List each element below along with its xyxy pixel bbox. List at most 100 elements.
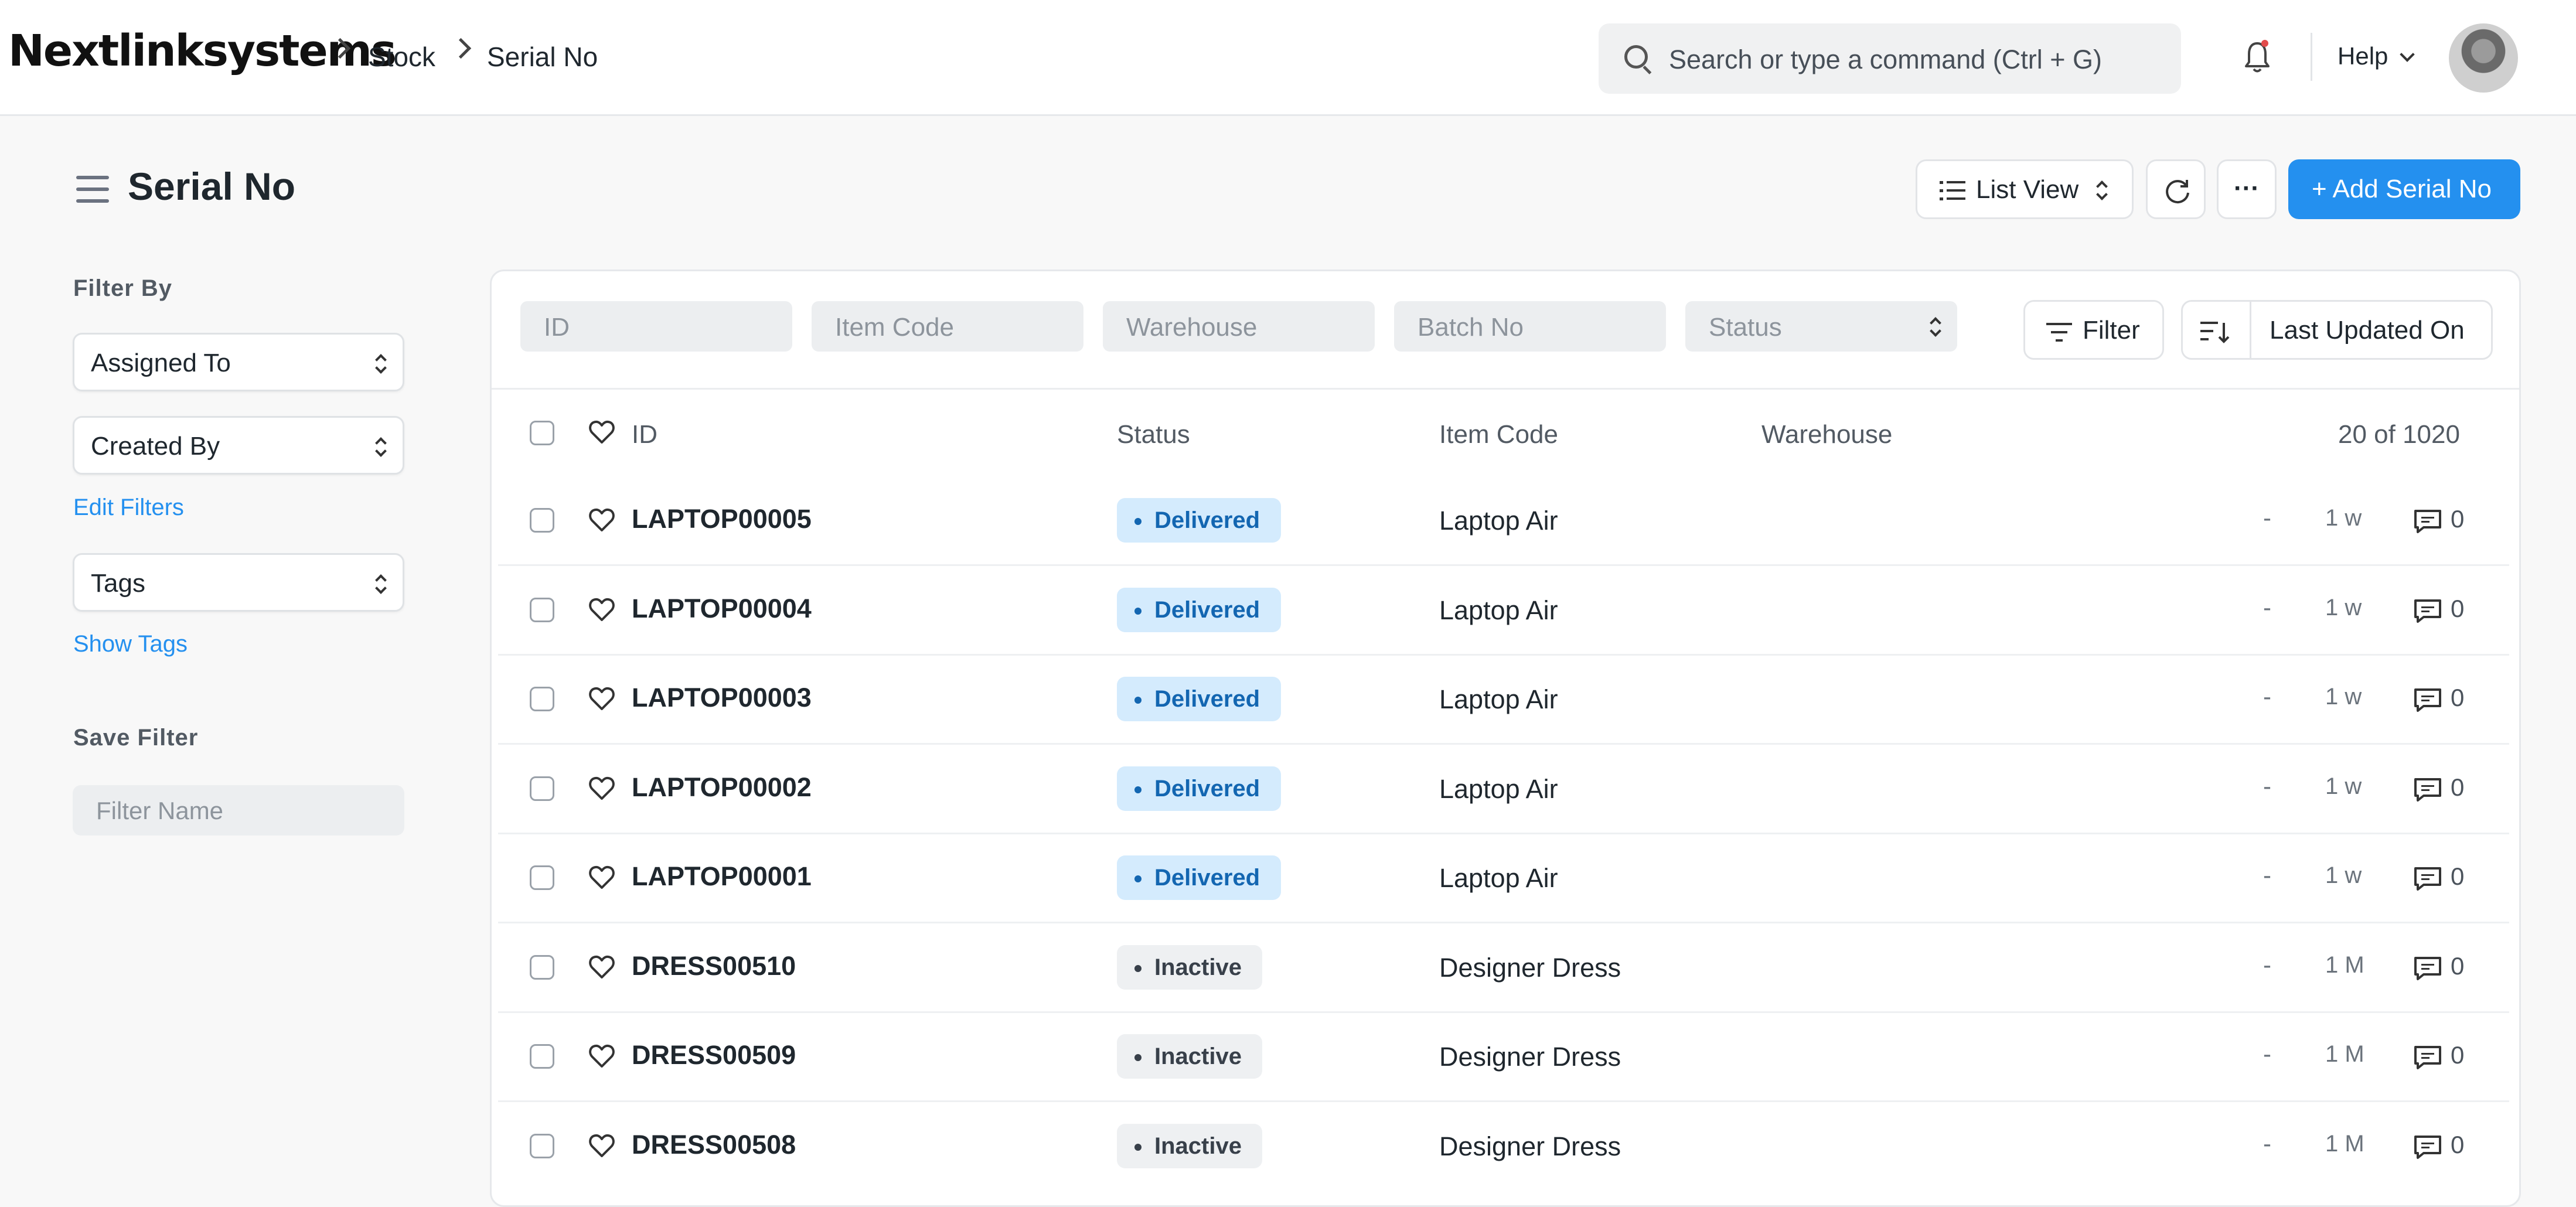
comment-icon[interactable] xyxy=(2413,1134,2442,1160)
comment-count: 0 xyxy=(2451,952,2465,980)
serial-no-link[interactable]: LAPTOP00003 xyxy=(632,683,812,713)
heart-icon[interactable] xyxy=(588,775,615,802)
row-separator xyxy=(498,922,2509,924)
sort-control[interactable]: Last Updated On xyxy=(2181,300,2493,360)
row-checkbox[interactable] xyxy=(530,597,554,622)
modified-time: 1 M xyxy=(2325,952,2364,978)
sort-label[interactable]: Last Updated On xyxy=(2270,316,2465,345)
serial-no-link[interactable]: LAPTOP00005 xyxy=(632,504,812,534)
modified-time: 1 w xyxy=(2325,594,2362,620)
status-badge-label: Inactive xyxy=(1154,1044,1242,1069)
row-checkbox[interactable] xyxy=(530,508,554,533)
save-filter-heading: Save Filter xyxy=(73,725,199,751)
result-count: 20 of 1020 xyxy=(2338,420,2460,449)
breadcrumb-stock[interactable]: Stock xyxy=(368,41,435,73)
warehouse-filter-input[interactable]: Warehouse xyxy=(1103,301,1375,352)
comment-icon[interactable] xyxy=(2413,1045,2442,1070)
ellipsis-icon: ··· xyxy=(2234,174,2260,203)
heart-icon[interactable] xyxy=(588,507,615,534)
comment-icon[interactable] xyxy=(2413,509,2442,534)
sort-direction-icon[interactable] xyxy=(2200,320,2230,344)
modified-time: 1 M xyxy=(2325,1130,2364,1157)
row-dash: - xyxy=(2263,683,2271,710)
serial-no-link[interactable]: LAPTOP00001 xyxy=(632,861,812,892)
row-separator xyxy=(498,832,2509,834)
updown-chevron-icon xyxy=(376,352,385,376)
batch-no-filter-input[interactable]: Batch No xyxy=(1394,301,1666,352)
chevron-down-icon[interactable] xyxy=(2400,47,2415,62)
comment-icon[interactable] xyxy=(2413,866,2442,892)
serial-no-link[interactable]: DRESS00508 xyxy=(632,1130,796,1160)
row-checkbox[interactable] xyxy=(530,776,554,801)
row-checkbox[interactable] xyxy=(530,1133,554,1158)
status-badge-label: Delivered xyxy=(1154,686,1260,712)
tags-select[interactable]: Tags xyxy=(73,553,404,612)
add-serial-no-button[interactable]: + Add Serial No xyxy=(2288,159,2520,219)
comment-icon[interactable] xyxy=(2413,687,2442,713)
row-separator xyxy=(498,1100,2509,1103)
more-actions-button[interactable]: ··· xyxy=(2217,159,2277,219)
id-filter-input[interactable]: ID xyxy=(520,301,792,352)
page-title: Serial No xyxy=(128,165,296,208)
serial-no-link[interactable]: DRESS00509 xyxy=(632,1040,796,1070)
row-checkbox[interactable] xyxy=(530,687,554,711)
refresh-button[interactable] xyxy=(2146,159,2206,219)
modified-time: 1 M xyxy=(2325,1041,2364,1067)
edit-filters-link[interactable]: Edit Filters xyxy=(73,495,184,521)
heart-icon[interactable] xyxy=(588,1043,615,1070)
item-code-filter-input[interactable]: Item Code xyxy=(812,301,1083,352)
column-header-item-code[interactable]: Item Code xyxy=(1439,420,1558,449)
assigned-to-select[interactable]: Assigned To xyxy=(73,333,404,391)
status-dot-icon xyxy=(1134,607,1142,615)
help-menu[interactable]: Help xyxy=(2338,42,2388,70)
item-code-cell: Laptop Air xyxy=(1439,863,1558,893)
show-tags-link[interactable]: Show Tags xyxy=(73,631,188,657)
heart-icon[interactable] xyxy=(588,596,615,623)
filter-name-placeholder: Filter Name xyxy=(96,797,224,824)
comment-count: 0 xyxy=(2451,862,2465,890)
filter-by-heading: Filter By xyxy=(73,275,173,301)
breadcrumb-serial-no[interactable]: Serial No xyxy=(487,41,598,73)
item-code-cell: Designer Dress xyxy=(1439,1131,1621,1161)
created-by-select[interactable]: Created By xyxy=(73,416,404,475)
filter-separator xyxy=(492,388,2519,390)
heart-icon[interactable] xyxy=(588,954,615,981)
heart-icon[interactable] xyxy=(588,1133,615,1160)
column-header-status[interactable]: Status xyxy=(1117,420,1190,449)
status-badge-label: Inactive xyxy=(1154,1133,1242,1159)
comment-icon[interactable] xyxy=(2413,598,2442,624)
comment-count: 0 xyxy=(2451,1041,2465,1069)
heart-icon[interactable] xyxy=(588,864,615,891)
comment-icon[interactable] xyxy=(2413,956,2442,981)
filter-button[interactable]: Filter xyxy=(2023,300,2164,360)
heart-icon[interactable] xyxy=(588,686,615,712)
status-badge: Delivered xyxy=(1117,587,1281,632)
status-dot-icon xyxy=(1134,786,1142,793)
search-bar[interactable]: Search or type a command (Ctrl + G) xyxy=(1599,23,2181,94)
status-badge: Inactive xyxy=(1117,945,1262,990)
row-separator xyxy=(498,564,2509,567)
serial-no-link[interactable]: LAPTOP00004 xyxy=(632,594,812,624)
row-separator xyxy=(498,1011,2509,1013)
row-checkbox[interactable] xyxy=(530,865,554,890)
notification-bell-icon[interactable] xyxy=(2243,40,2271,75)
item-code-cell: Laptop Air xyxy=(1439,684,1558,714)
serial-no-link[interactable]: DRESS00510 xyxy=(632,951,796,981)
status-badge-label: Inactive xyxy=(1154,954,1242,980)
list-view-button[interactable]: List View xyxy=(1916,159,2134,219)
filter-name-input[interactable]: Filter Name xyxy=(73,785,404,836)
status-filter-select[interactable]: Status xyxy=(1685,301,1957,352)
heart-icon[interactable] xyxy=(588,419,615,446)
serial-no-link[interactable]: LAPTOP00002 xyxy=(632,772,812,803)
comment-icon[interactable] xyxy=(2413,777,2442,803)
select-all-checkbox[interactable] xyxy=(530,421,554,445)
column-header-warehouse[interactable]: Warehouse xyxy=(1761,420,1892,449)
sidebar-toggle-icon[interactable] xyxy=(76,176,109,204)
column-header-id[interactable]: ID xyxy=(632,420,657,449)
modified-time: 1 w xyxy=(2325,505,2362,531)
row-dash: - xyxy=(2263,1040,2271,1068)
row-checkbox[interactable] xyxy=(530,1044,554,1069)
row-checkbox[interactable] xyxy=(530,954,554,980)
user-avatar[interactable] xyxy=(2449,23,2518,93)
modified-time: 1 w xyxy=(2325,773,2362,799)
